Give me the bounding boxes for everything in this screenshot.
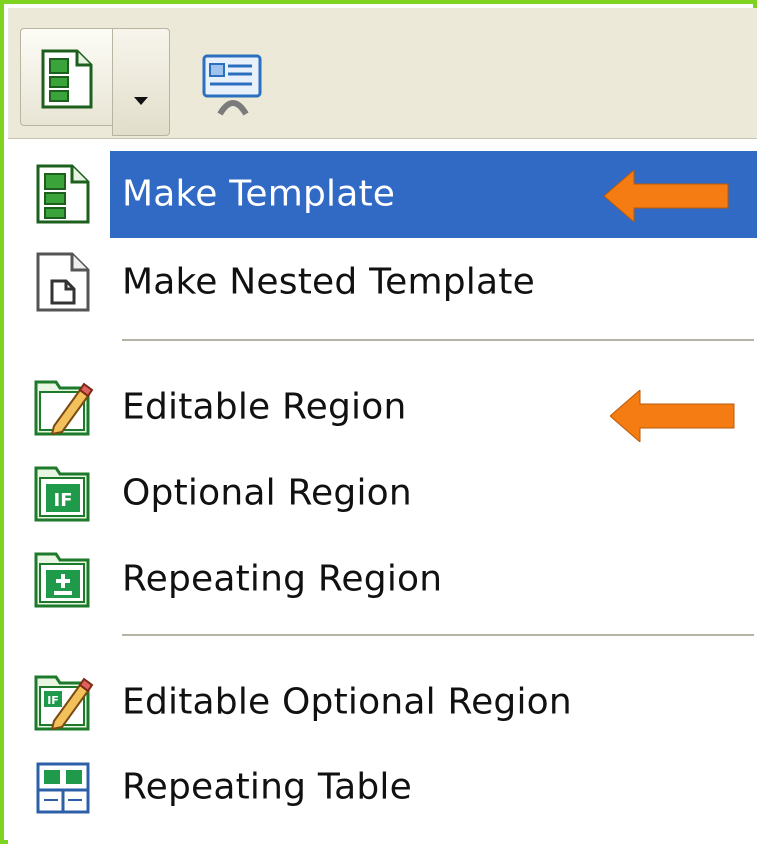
menu-item-label: Editable Region: [122, 386, 407, 428]
menu-item-label: Repeating Table: [122, 766, 412, 808]
optional-region-icon: IF: [34, 466, 90, 522]
editable-optional-region-icon: IF: [34, 675, 94, 731]
repeating-region-icon: [34, 552, 90, 608]
chevron-down-icon: [134, 97, 148, 105]
nested-template-icon: [36, 252, 90, 312]
orange-arrow-make-template: [604, 170, 729, 222]
menu-item-label: Repeating Region: [122, 558, 443, 600]
menu-item-label: Editable Optional Region: [122, 681, 572, 723]
editable-region-icon: [34, 380, 94, 436]
menu-separator: [122, 634, 754, 636]
template-icon: [36, 164, 90, 224]
menu-item-repeating-table[interactable]: Repeating Table: [8, 744, 757, 830]
menu-item-label: Make Template: [122, 173, 396, 215]
svg-text:IF: IF: [47, 694, 59, 707]
templates-dropdown-button[interactable]: [112, 28, 170, 136]
screenshot-frame: Make Template Make Nested Template Edita…: [0, 0, 757, 844]
svg-text:IF: IF: [54, 490, 73, 511]
menu-item-optional-region[interactable]: IF Optional Region: [8, 450, 757, 536]
menu-item-editable-optional-region[interactable]: IF Editable Optional Region: [8, 659, 757, 745]
templates-menu: Make Template Make Nested Template Edita…: [8, 139, 757, 844]
menu-item-repeating-region[interactable]: Repeating Region: [8, 536, 757, 622]
repeating-table-icon: [36, 762, 90, 814]
orange-arrow-editable-region: [610, 390, 735, 442]
templates-button[interactable]: [20, 28, 112, 126]
template-icon: [41, 49, 93, 109]
template-properties-icon[interactable]: [198, 48, 268, 118]
toolbar: [8, 8, 757, 139]
menu-item-make-nested-template[interactable]: Make Nested Template: [8, 239, 757, 325]
menu-item-label: Optional Region: [122, 472, 412, 514]
menu-item-label: Make Nested Template: [122, 261, 535, 303]
menu-separator: [122, 339, 754, 341]
